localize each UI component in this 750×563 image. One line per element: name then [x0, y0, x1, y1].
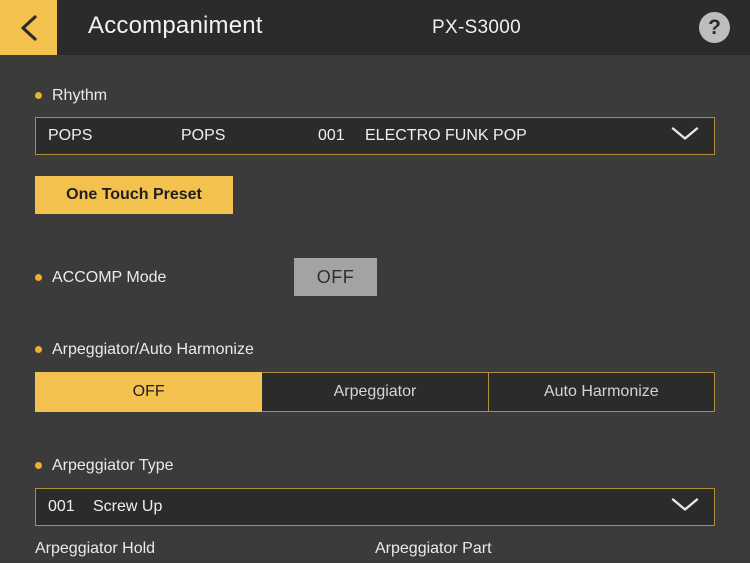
label-arpeggiator-type: Arpeggiator Type [52, 457, 174, 474]
rhythm-number: 001 [318, 127, 345, 144]
question-mark-icon: ? [708, 16, 721, 39]
scrollbar-track[interactable] [736, 55, 746, 563]
page-title: Accompaniment [88, 12, 263, 39]
segment-auto-harmonize[interactable]: Auto Harmonize [488, 372, 715, 412]
segment-off[interactable]: OFF [35, 372, 263, 412]
chevron-left-icon [0, 13, 57, 43]
accompaniment-screen: Accompaniment PX-S3000 ? Rhythm POPS POP… [0, 0, 750, 563]
device-model-label: PX-S3000 [432, 17, 522, 38]
rhythm-category: POPS [48, 127, 93, 144]
rhythm-subcategory: POPS [181, 127, 226, 144]
accomp-mode-value: OFF [316, 267, 355, 287]
bullet-icon-rhythm [35, 92, 42, 99]
label-rhythm: Rhythm [52, 87, 108, 104]
help-button[interactable]: ? [699, 12, 730, 43]
arpeggiator-type-number: 001 [48, 498, 75, 515]
label-arpeggiator-harmonize: Arpeggiator/Auto Harmonize [52, 341, 254, 358]
rhythm-name: ELECTRO FUNK POP [365, 127, 527, 144]
bullet-icon-arpeggiator-harmonize [35, 346, 42, 353]
segment-arpeggiator[interactable]: Arpeggiator [262, 372, 489, 412]
one-touch-preset-button[interactable]: One Touch Preset [35, 176, 233, 214]
arpeggiator-harmonize-segmented-control: OFF Arpeggiator Auto Harmonize [35, 372, 715, 412]
label-arpeggiator-part: Arpeggiator Part [375, 540, 492, 557]
label-accomp-mode: ACCOMP Mode [52, 269, 167, 286]
one-touch-preset-label: One Touch Preset [66, 186, 202, 203]
bullet-icon-arpeggiator-type [35, 462, 42, 469]
header-bar: Accompaniment PX-S3000 ? [0, 0, 750, 55]
accomp-mode-toggle[interactable]: OFF [294, 258, 377, 296]
chevron-down-icon [670, 496, 700, 519]
rhythm-dropdown[interactable]: POPS POPS 001 ELECTRO FUNK POP [35, 117, 715, 155]
arpeggiator-type-name: Screw Up [93, 498, 163, 515]
chevron-down-icon [670, 125, 700, 148]
bullet-icon-accomp-mode [35, 274, 42, 281]
arpeggiator-type-dropdown[interactable]: 001 Screw Up [35, 488, 715, 526]
back-button[interactable] [0, 0, 57, 55]
label-arpeggiator-hold: Arpeggiator Hold [35, 540, 156, 557]
